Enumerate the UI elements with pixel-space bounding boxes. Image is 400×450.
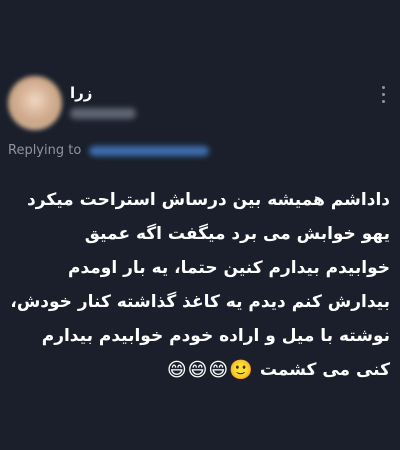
more-options-icon[interactable] xyxy=(380,86,386,103)
tweet-line: نوشته با میل و اراده خودم خوابیدم بیدارم xyxy=(41,326,390,346)
tweet-line: بیدارش کنم دیدم یه کاغذ گذاشته کنار خودش… xyxy=(10,292,390,312)
tweet-text: داداشم همیشه بین درساش استراحت میکرد یهو… xyxy=(6,183,390,387)
replying-to: Replying to xyxy=(8,143,210,158)
replying-to-label: Replying to xyxy=(8,143,82,158)
tweet-card: زرا Replying to داداشم همیشه بین درساش ا… xyxy=(0,0,400,450)
dot xyxy=(381,93,385,96)
display-name[interactable]: زرا xyxy=(70,84,92,102)
dot xyxy=(381,86,385,89)
dot xyxy=(381,100,385,103)
mention-link-redacted[interactable] xyxy=(89,145,210,156)
tweet-line: یهو خوابش می برد میگفت اگه عمیق xyxy=(84,224,390,244)
tweet-line: داداشم همیشه بین درساش استراحت میکرد xyxy=(27,190,390,210)
tweet-last-line: کنی می کشمت 😄😄😄🙂 xyxy=(6,353,390,387)
tweet-line: کنی می کشمت xyxy=(259,360,390,380)
avatar[interactable] xyxy=(8,76,62,130)
handle-redacted xyxy=(70,108,136,119)
emoji-faces-icon: 😄😄😄🙂 xyxy=(166,359,254,381)
tweet-line: خوابیدم بیدارم کنین حتما، یه بار اومدم xyxy=(67,258,390,278)
